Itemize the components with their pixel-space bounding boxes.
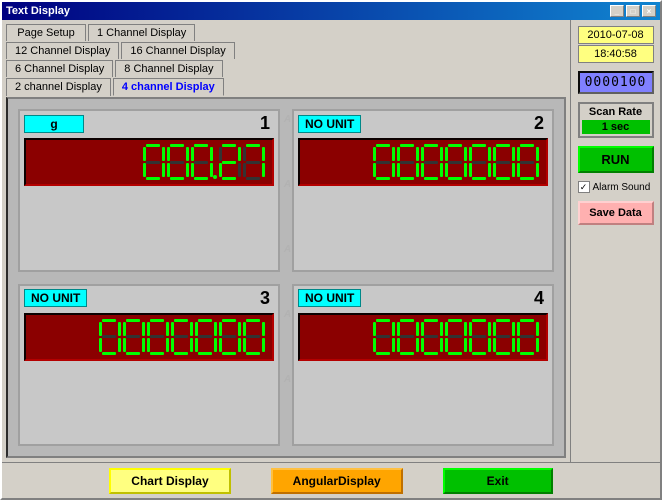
tab-6-channel[interactable]: 6 Channel Display bbox=[6, 60, 113, 77]
led-digit bbox=[373, 319, 395, 355]
alarm-label: Alarm Sound bbox=[593, 182, 651, 193]
channel-2-led bbox=[298, 138, 548, 186]
main-window: Text Display _ □ × Page Setup 1 Channel … bbox=[0, 0, 662, 500]
led-digit bbox=[171, 319, 193, 355]
maximize-button[interactable]: □ bbox=[626, 5, 640, 17]
tab-8-channel[interactable]: 8 Channel Display bbox=[115, 60, 222, 77]
led-digit bbox=[421, 319, 443, 355]
led-digit bbox=[421, 144, 443, 180]
channel-2-unit: NO UNIT bbox=[298, 115, 361, 133]
right-panel: 2010-07-08 18:40:58 0000100 Scan Rate 1 … bbox=[570, 20, 660, 462]
led-digit bbox=[493, 319, 515, 355]
angular-display-button[interactable]: AngularDisplay bbox=[271, 468, 403, 494]
channel-4-number: 4 bbox=[534, 288, 548, 309]
channel-3-card: NO UNIT 3 bbox=[18, 284, 280, 447]
tab-16-channel[interactable]: 16 Channel Display bbox=[121, 42, 234, 59]
channel-1-header: g 1 bbox=[20, 111, 278, 136]
title-buttons: _ □ × bbox=[610, 5, 656, 17]
tab-row-1: Page Setup 1 Channel Display bbox=[6, 24, 566, 41]
tab-1-channel[interactable]: 1 Channel Display bbox=[88, 24, 195, 41]
channel-4-unit: NO UNIT bbox=[298, 289, 361, 307]
channel-3-led bbox=[24, 313, 274, 361]
channel-1-card: g 1 bbox=[18, 109, 280, 272]
display-box: LEGATOOL LEGATOOL LEGATOOL LEGATOOL LEGA… bbox=[6, 97, 566, 458]
bottom-bar: Chart Display AngularDisplay Exit bbox=[2, 462, 660, 498]
led-digit bbox=[373, 144, 395, 180]
channel-4-led bbox=[298, 313, 548, 361]
main-panel: Page Setup 1 Channel Display 12 Channel … bbox=[2, 20, 570, 462]
tab-12-channel[interactable]: 12 Channel Display bbox=[6, 42, 119, 59]
date-display: 2010-07-08 18:40:58 bbox=[578, 26, 654, 63]
scan-rate-value: 1 sec bbox=[582, 120, 650, 134]
title-bar: Text Display _ □ × bbox=[2, 2, 660, 20]
alarm-sound-container: ✓ Alarm Sound bbox=[578, 181, 654, 193]
led-digit bbox=[195, 319, 217, 355]
channel-1-led bbox=[24, 138, 274, 186]
tab-page-setup[interactable]: Page Setup bbox=[6, 24, 86, 41]
channel-3-unit: NO UNIT bbox=[24, 289, 87, 307]
channel-2-card: NO UNIT 2 bbox=[292, 109, 554, 272]
content-area: Page Setup 1 Channel Display 12 Channel … bbox=[2, 20, 660, 462]
counter-display: 0000100 bbox=[578, 71, 654, 94]
led-digit bbox=[219, 144, 241, 180]
led-digit bbox=[99, 319, 121, 355]
channel-4-header: NO UNIT 4 bbox=[294, 286, 552, 311]
alarm-checkbox[interactable]: ✓ bbox=[578, 181, 590, 193]
tab-row-4: 2 channel Display 4 channel Display bbox=[6, 78, 566, 96]
led-digit bbox=[243, 144, 265, 180]
tab-2-channel[interactable]: 2 channel Display bbox=[6, 78, 111, 96]
close-button[interactable]: × bbox=[642, 5, 656, 17]
tab-4-channel[interactable]: 4 channel Display bbox=[113, 78, 224, 96]
led-digit bbox=[445, 144, 467, 180]
channel-2-number: 2 bbox=[534, 113, 548, 134]
led-digit bbox=[243, 319, 265, 355]
scan-rate-box: Scan Rate 1 sec bbox=[578, 102, 654, 138]
led-digit bbox=[167, 144, 189, 180]
led-digit bbox=[469, 144, 491, 180]
save-data-button[interactable]: Save Data bbox=[578, 201, 654, 225]
window-title: Text Display bbox=[6, 5, 70, 17]
led-digit bbox=[123, 319, 145, 355]
channel-1-unit: g bbox=[24, 115, 84, 133]
channel-2-header: NO UNIT 2 bbox=[294, 111, 552, 136]
channels-grid: g 1 bbox=[18, 109, 554, 446]
channel-3-header: NO UNIT 3 bbox=[20, 286, 278, 311]
chart-display-button[interactable]: Chart Display bbox=[109, 468, 230, 494]
channel-3-number: 3 bbox=[260, 288, 274, 309]
led-digit bbox=[517, 144, 539, 180]
channel-4-card: NO UNIT 4 bbox=[292, 284, 554, 447]
scan-rate-label: Scan Rate bbox=[582, 106, 650, 118]
date-value: 2010-07-08 bbox=[578, 26, 654, 44]
led-digit bbox=[493, 144, 515, 180]
led-digit bbox=[397, 319, 419, 355]
led-digit bbox=[469, 319, 491, 355]
led-digit bbox=[191, 144, 213, 180]
tab-row-3: 6 Channel Display 8 Channel Display bbox=[6, 60, 566, 77]
led-digit bbox=[397, 144, 419, 180]
led-digit bbox=[143, 144, 165, 180]
led-digit bbox=[445, 319, 467, 355]
led-digit bbox=[517, 319, 539, 355]
tab-row-2: 12 Channel Display 16 Channel Display bbox=[6, 42, 566, 59]
run-button[interactable]: RUN bbox=[578, 146, 654, 173]
channel-1-number: 1 bbox=[260, 113, 274, 134]
led-digit bbox=[147, 319, 169, 355]
time-value: 18:40:58 bbox=[578, 45, 654, 63]
minimize-button[interactable]: _ bbox=[610, 5, 624, 17]
exit-button[interactable]: Exit bbox=[443, 468, 553, 494]
led-digit bbox=[219, 319, 241, 355]
